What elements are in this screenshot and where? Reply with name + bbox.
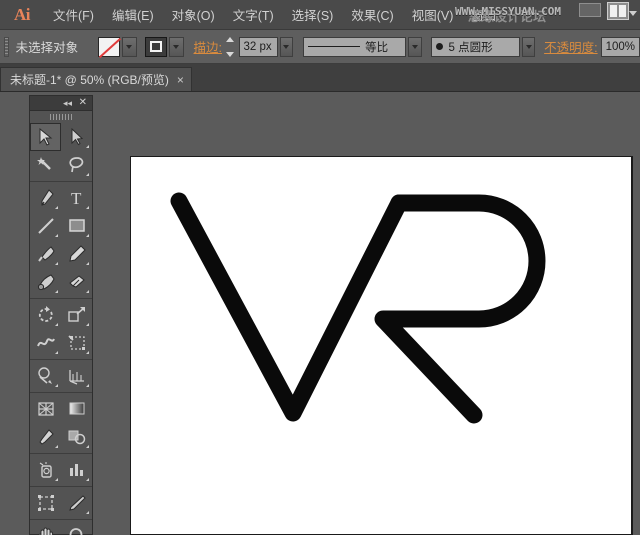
stroke-profile-dropdown-arrow[interactable] — [408, 36, 422, 57]
blend-tool[interactable] — [61, 423, 92, 451]
brush-preview-icon — [435, 43, 443, 50]
width-tool[interactable] — [30, 329, 61, 357]
type-tool[interactable]: T — [61, 184, 92, 212]
stroke-weight-stepper[interactable] — [226, 36, 236, 57]
opacity-value[interactable]: 100% — [600, 36, 640, 57]
svg-text:T: T — [71, 189, 82, 207]
toolbox-header[interactable]: ◂◂ ✕ — [30, 96, 92, 111]
selection-status-label: 未选择对象 — [15, 41, 79, 55]
vr-letter-r — [374, 194, 546, 424]
document-tab-bar: 未标题-1* @ 50% (RGB/预览) × — [0, 64, 640, 92]
vr-letter-v — [170, 192, 408, 422]
watermark-box-left — [579, 3, 601, 17]
artboard-tool[interactable] — [30, 489, 61, 517]
shape-builder-tool[interactable] — [30, 362, 61, 390]
brush-definition-select[interactable]: 5 点圆形 — [430, 36, 520, 57]
line-segment-tool[interactable] — [30, 212, 61, 240]
control-bar: 未选择对象 描边: 32 px 等比 5 点圆形 不透明度: 100% — [0, 30, 640, 64]
toolbox-panel[interactable]: ◂◂ ✕ T — [29, 95, 93, 535]
direct-selection-tool[interactable] — [61, 123, 92, 151]
symbol-sprayer-tool[interactable] — [30, 456, 61, 484]
stroke-swatch[interactable] — [144, 36, 167, 57]
collapse-icon[interactable]: ◂◂ — [63, 98, 72, 108]
gradient-tool[interactable] — [61, 395, 92, 423]
fill-dropdown-arrow[interactable] — [121, 36, 137, 57]
magic-wand-tool[interactable] — [30, 151, 61, 179]
eraser-tool[interactable] — [61, 268, 92, 296]
stroke-profile-preview-icon — [308, 46, 361, 47]
menu-select[interactable]: 选择(S) — [283, 0, 343, 30]
rotate-tool[interactable] — [30, 301, 61, 329]
perspective-grid-tool[interactable] — [61, 362, 92, 390]
vr-logo-artwork[interactable] — [161, 187, 581, 437]
fill-swatch[interactable] — [97, 36, 120, 57]
eyedropper-tool[interactable] — [30, 423, 61, 451]
control-bar-grip[interactable] — [4, 36, 9, 57]
menu-edit[interactable]: 编辑(E) — [103, 0, 163, 30]
menu-view[interactable]: 视图(V) — [403, 0, 463, 30]
artboard-canvas[interactable] — [130, 156, 633, 535]
illustrator-window: Ai 文件(F) 编辑(E) 对象(O) 文字(T) 选择(S) 效果(C) 视… — [0, 0, 640, 535]
stroke-weight-label[interactable]: 描边: — [194, 37, 222, 56]
zoom-tool[interactable] — [61, 522, 92, 535]
menu-file[interactable]: 文件(F) — [44, 0, 103, 30]
mesh-tool[interactable] — [30, 395, 61, 423]
column-graph-tool[interactable] — [61, 456, 92, 484]
stroke-weight-dropdown-arrow[interactable] — [279, 36, 294, 57]
toolbox-grid: T — [30, 123, 92, 535]
menu-object[interactable]: 对象(O) — [163, 0, 224, 30]
slice-tool[interactable] — [61, 489, 92, 517]
chevron-down-icon[interactable] — [629, 11, 637, 16]
rectangle-tool[interactable] — [61, 212, 92, 240]
stroke-profile-select[interactable]: 等比 — [303, 36, 407, 57]
pencil-tool[interactable] — [61, 240, 92, 268]
paintbrush-tool[interactable] — [30, 240, 61, 268]
close-icon[interactable]: × — [177, 73, 184, 87]
free-transform-tool[interactable] — [61, 329, 92, 357]
menu-window[interactable]: 窗口 — [462, 0, 505, 30]
brush-label: 5 点圆形 — [448, 41, 493, 54]
opacity-label[interactable]: 不透明度: — [544, 37, 597, 56]
stroke-profile-label: 等比 — [365, 41, 389, 54]
document-tab[interactable]: 未标题-1* @ 50% (RGB/预览) × — [0, 67, 192, 91]
blob-brush-tool[interactable] — [30, 268, 61, 296]
pen-tool[interactable] — [30, 184, 61, 212]
stroke-dropdown-arrow[interactable] — [168, 36, 184, 57]
menu-effect[interactable]: 效果(C) — [342, 0, 402, 30]
document-tab-title: 未标题-1* @ 50% (RGB/预览) — [10, 73, 169, 87]
selection-tool[interactable] — [30, 123, 61, 151]
menu-type[interactable]: 文字(T) — [224, 0, 283, 30]
watermark-box-right — [607, 2, 629, 20]
brush-dropdown-arrow[interactable] — [521, 36, 536, 57]
hand-tool[interactable] — [30, 522, 61, 535]
work-area[interactable]: 鼎品软件 — [0, 92, 640, 535]
scale-tool[interactable] — [61, 301, 92, 329]
stroke-weight-value[interactable]: 32 px — [238, 36, 278, 57]
lasso-tool[interactable] — [61, 151, 92, 179]
app-logo-icon: Ai — [14, 4, 31, 24]
toolbox-drag-handle[interactable] — [30, 111, 92, 123]
close-icon[interactable]: ✕ — [79, 97, 87, 109]
menu-bar: Ai 文件(F) 编辑(E) 对象(O) 文字(T) 选择(S) 效果(C) 视… — [0, 0, 640, 30]
